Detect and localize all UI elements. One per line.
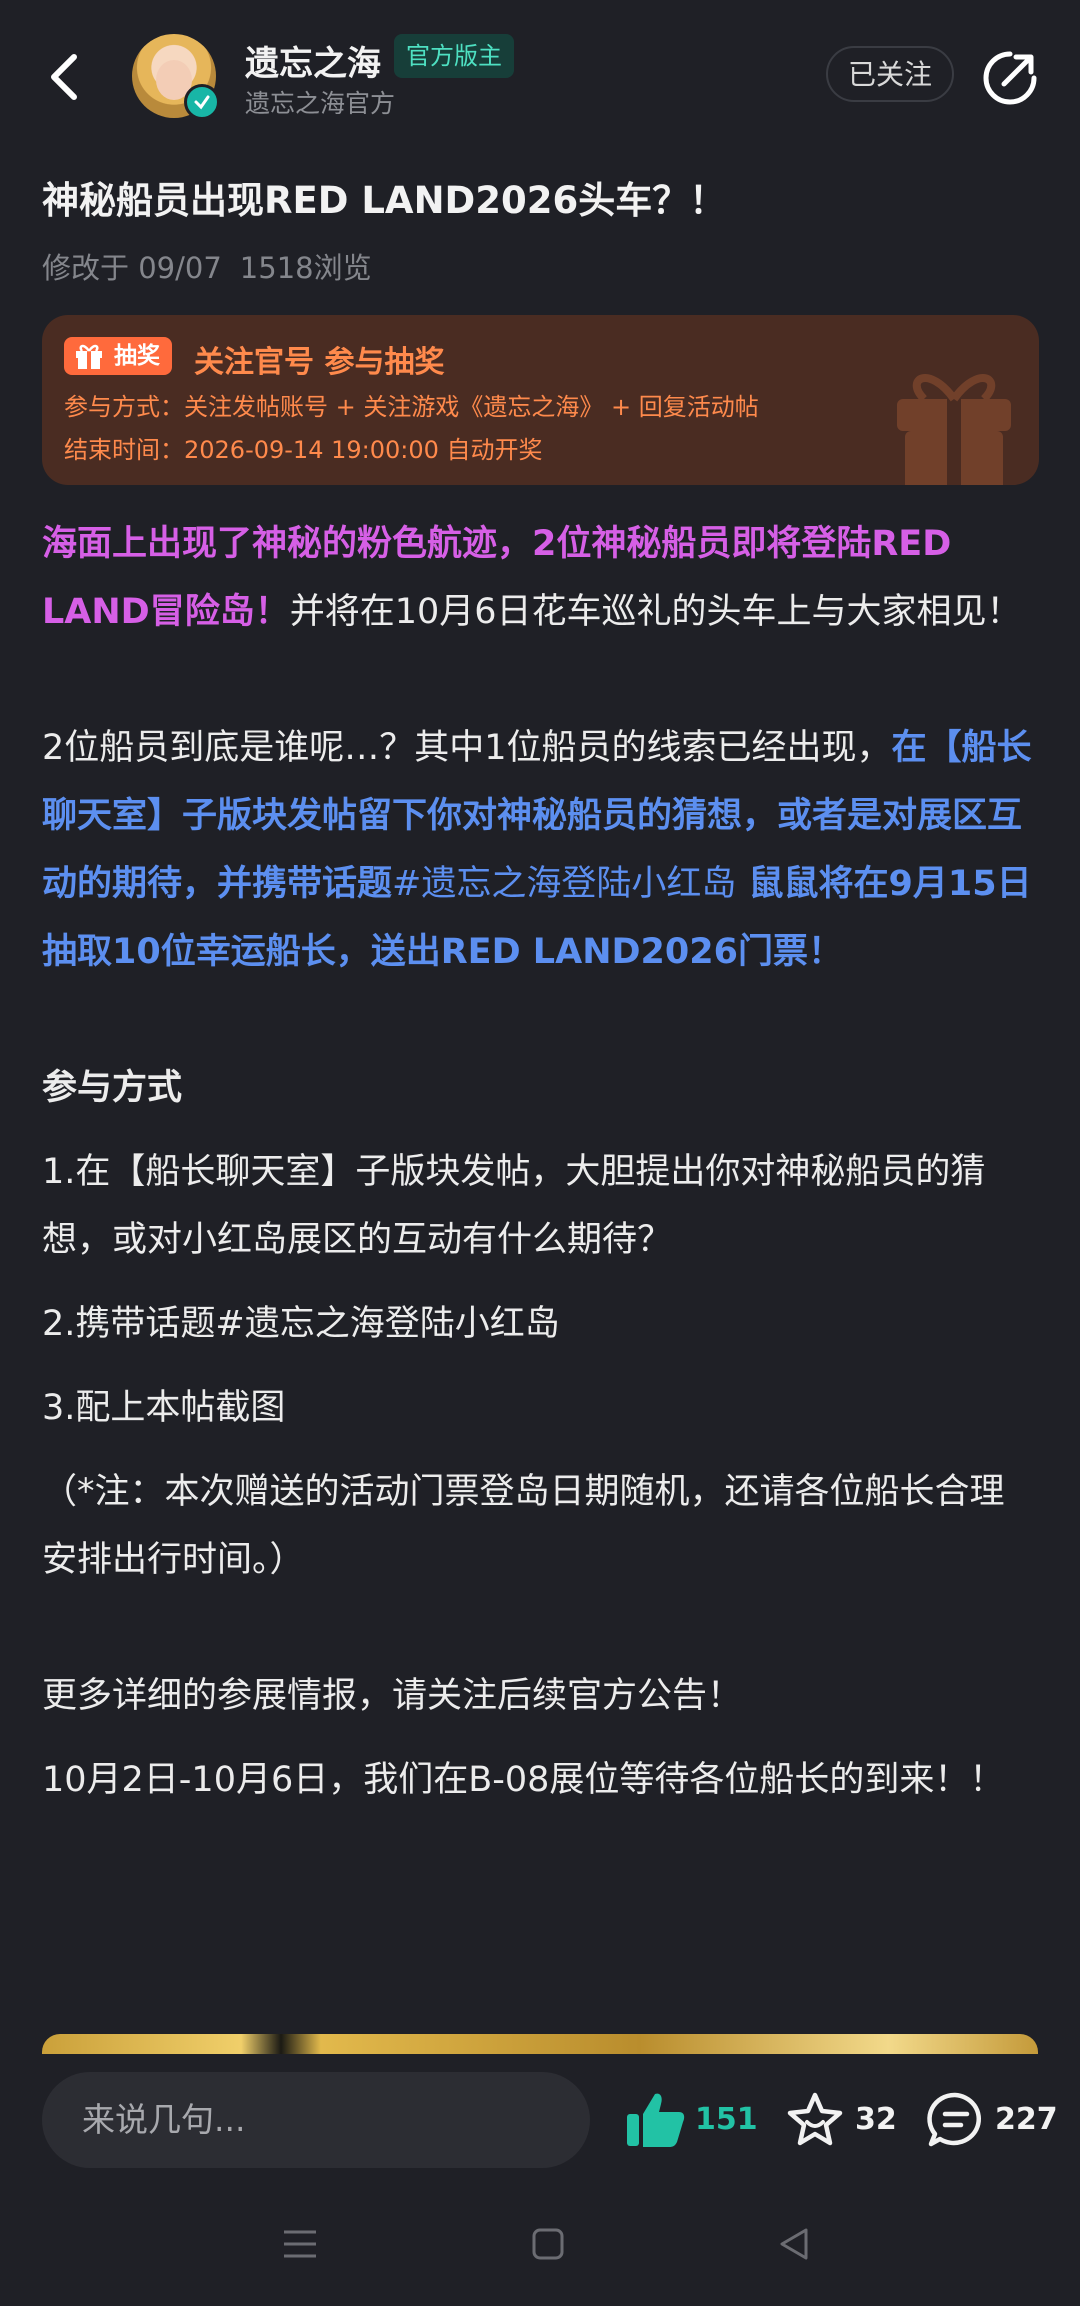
lottery-end-time: 结束时间：2026-09-14 19:00:00 自动开奖 <box>64 436 543 464</box>
date-location-text: 10月2日-10月6日，我们在B-08展位等待各位船长的到来！！ <box>42 1760 1005 1800</box>
like-count: 151 <box>695 2102 758 2137</box>
gift-icon <box>76 344 102 369</box>
post-body: 海面上出现了神秘的粉色航迹，2位神秘船员即将登陆RED LAND冒险岛！并将在1… <box>42 510 1038 1814</box>
back-icon <box>51 54 77 100</box>
post-image[interactable] <box>42 2034 1038 2054</box>
share-icon <box>983 51 1037 105</box>
lottery-chip-label: 抽奖 <box>114 343 160 369</box>
step-1: 1.在【船长聊天室】子版块发帖，大胆提出你对神秘船员的猜想，或对小红岛展区的互动… <box>42 1152 986 1260</box>
home-icon[interactable] <box>530 2226 566 2262</box>
step-3: 3.配上本帖截图 <box>42 1388 286 1428</box>
lottery-headline: 关注官号 参与抽奖 <box>194 345 445 380</box>
share-button[interactable] <box>980 48 1040 108</box>
author-name[interactable]: 遗忘之海 <box>245 36 381 85</box>
view-count: 1518浏览 <box>239 251 372 285</box>
step-2: 2.携带话题#遗忘之海登陆小红岛 <box>42 1304 560 1344</box>
activity-lead-text: 2位船员到底是谁呢…？其中1位船员的线索已经出现， <box>42 728 892 768</box>
post-title: 神秘船员出现RED LAND2026头车？！ <box>42 179 727 222</box>
gift-watermark-icon <box>897 374 1011 485</box>
avatar[interactable] <box>132 34 220 120</box>
post-meta: 修改于 09/07 1518浏览 <box>42 245 390 287</box>
menu-icon[interactable] <box>282 2226 318 2262</box>
official-moderator-badge: 官方版主 <box>394 34 514 78</box>
bottom-action-bar: 来说几句... 151 32 227 <box>0 2054 1080 2190</box>
back-nav-icon[interactable] <box>776 2226 812 2262</box>
post-header: 遗忘之海 官方版主 遗忘之海官方 已关注 <box>0 0 1080 150</box>
back-button[interactable] <box>40 45 96 109</box>
star-icon <box>787 2092 843 2146</box>
more-info-text: 更多详细的参展情报，请关注后续官方公告！ <box>42 1676 743 1716</box>
author-subtitle: 遗忘之海官方 <box>245 89 396 118</box>
comment-icon <box>927 2092 981 2147</box>
how-to-heading: 参与方式 <box>42 1068 183 1108</box>
intro-rest-text: 并将在10月6日花车巡礼的头车上与大家相见！ <box>289 592 1022 632</box>
follow-button[interactable]: 已关注 <box>826 46 954 102</box>
system-nav-bar <box>0 2190 1080 2306</box>
lottery-method: 参与方式：关注发帖账号 + 关注游戏《遗忘之海》 + 回复活动帖 <box>64 393 759 421</box>
topic-link[interactable]: #遗忘之海登陆小红岛 <box>392 864 736 904</box>
lottery-chip: 抽奖 <box>64 337 172 375</box>
lottery-card[interactable]: 抽奖 关注官号 参与抽奖 参与方式：关注发帖账号 + 关注游戏《遗忘之海》 + … <box>42 315 1039 485</box>
favorite-count: 32 <box>855 2102 897 2137</box>
paragraph-intro: 海面上出现了神秘的粉色航迹，2位神秘船员即将登陆RED LAND冒险岛！并将在1… <box>42 510 1038 646</box>
comment-input[interactable]: 来说几句... <box>42 2072 590 2168</box>
paragraph-activity: 2位船员到底是谁呢…？其中1位船员的线索已经出现，在【船长聊天室】子版块发帖留下… <box>42 714 1038 986</box>
verified-icon <box>184 84 220 120</box>
comment-count: 227 <box>995 2102 1058 2137</box>
thumbs-up-icon <box>627 2093 685 2147</box>
note-text: （*注：本次赠送的活动门票登岛日期随机，还请各位船长合理安排出行时间。） <box>42 1472 1005 1580</box>
modified-date: 修改于 09/07 <box>42 251 222 285</box>
